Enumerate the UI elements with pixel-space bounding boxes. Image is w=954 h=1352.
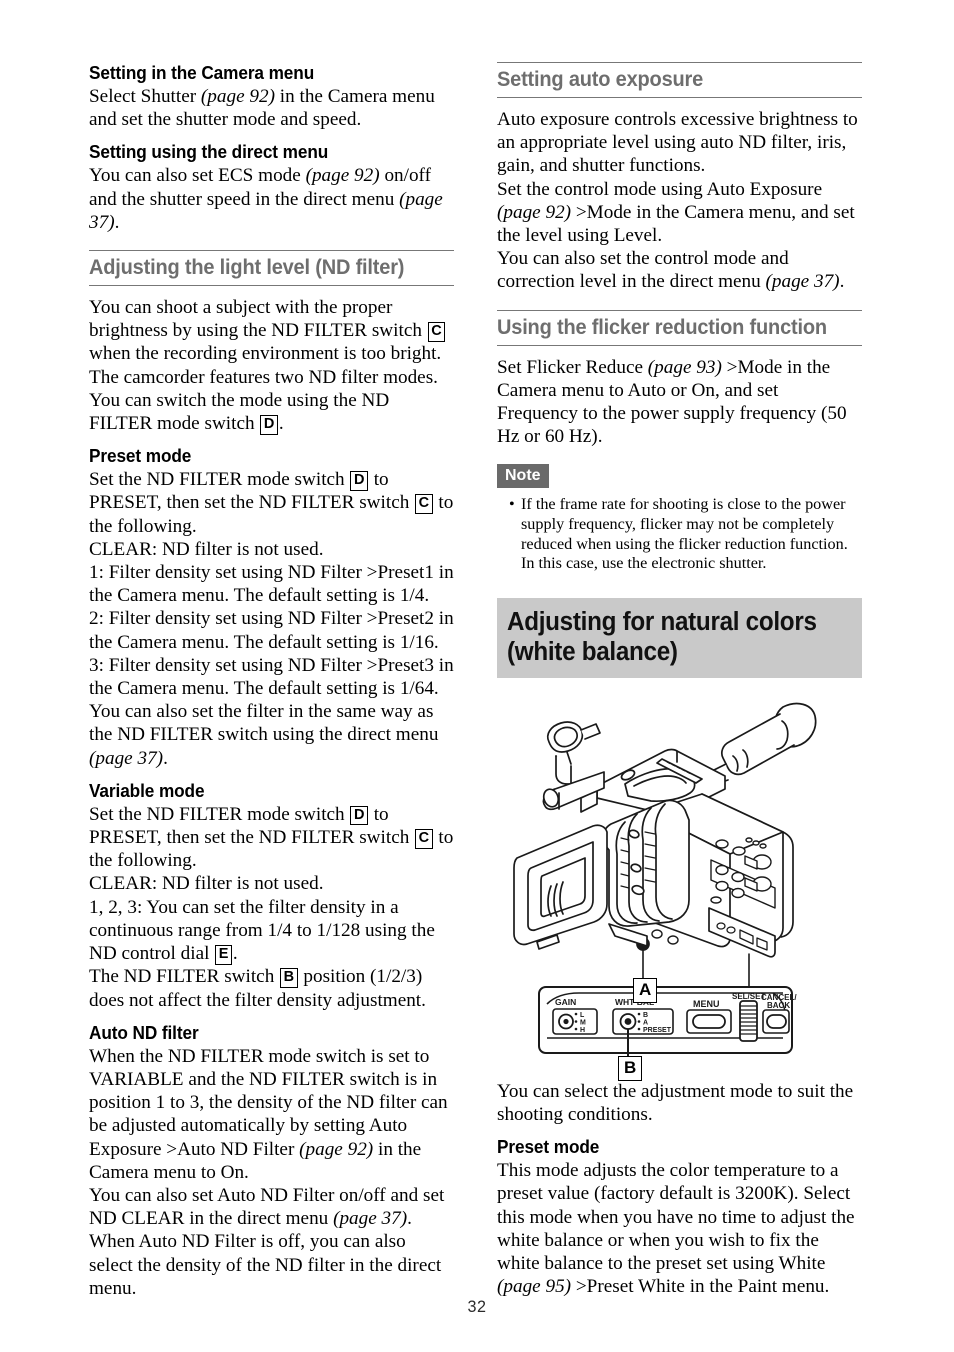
camcorder-figure: GAIN WHT BAL MENU SEL/SET CANCEL/ BACK L… [497,690,862,1081]
paragraph: 3: Filter density set using ND Filter >P… [89,654,454,700]
control-panel-detail: GAIN WHT BAL MENU SEL/SET CANCEL/ BACK L… [538,985,797,1060]
gain-position-m: M [580,1019,586,1026]
note-list: If the frame rate for shooting is close … [497,495,862,573]
paragraph: 2: Filter density set using ND Filter >P… [89,608,454,653]
preset-mode-paragraph: This mode adjusts the color temperature … [497,1160,855,1298]
section-title: Setting auto exposure [497,67,704,91]
paragraph: You can shoot a subject with the proper … [89,296,454,435]
paragraph: When Auto ND Filter is off, you can also… [89,1231,442,1299]
paragraph: CLEAR: ND filter is not used. [89,538,324,560]
section-heading-flicker: Using the flicker reduction function [497,309,862,346]
paragraph: You can also set Auto ND Filter on/off a… [89,1184,445,1230]
paragraph: You can also set the control mode and co… [497,248,845,293]
paragraph: CLEAR: ND filter is not used. [89,873,324,895]
callout-a: A [633,977,658,1003]
switch-key-D: D [350,471,368,491]
chapter-heading: Adjusting for natural colors (white bala… [497,597,862,678]
gain-position-h: H [580,1027,585,1034]
switch-key-D: D [350,805,368,826]
document-page: Setting in the Camera menu Select Shutter… [0,0,954,1352]
callout-b: B [618,1055,643,1081]
auto-exposure-body: Auto exposure controls excessive brightn… [497,108,862,294]
panel-label-cancel-back-2: BACK [767,1001,790,1010]
gain-position-l: L [580,1012,585,1019]
switch-key-C: C [427,322,446,342]
paragraph: Select Shutter (page 92) in the Camera m… [89,86,435,131]
paragraph: Auto exposure controls excessive brightn… [497,109,858,177]
subheading: Auto ND filter [89,1021,199,1043]
wht-bal-position-a: A [643,1019,648,1026]
subheading: Variable mode [89,779,205,801]
note-item: If the frame rate for shooting is close … [509,495,862,573]
paragraph: 1, 2, 3: You can set the filter density … [89,896,435,965]
section-heading-auto-exposure: Setting auto exposure [497,62,862,98]
page-number: 32 [0,1297,954,1317]
panel-label-gain: GAIN [555,997,576,1007]
subheading-preset-mode: Preset mode [497,1136,600,1158]
left-column: Setting in the Camera menu Select Shutter… [89,62,454,1300]
paragraph: When the ND FILTER mode switch is set to… [89,1045,448,1183]
paragraph: Set the ND FILTER mode switch D to PRESE… [89,469,454,537]
wht-bal-position-preset: PRESET [643,1027,672,1034]
chapter-title: Adjusting for natural colors (white bala… [507,607,817,666]
switch-key-B: B [280,968,298,988]
camcorder-illustration: GAIN WHT BAL MENU SEL/SET CANCEL/ BACK L… [513,702,817,1060]
paragraph: You can also set ECS mode (page 92) on/o… [89,165,443,233]
section-title: Adjusting the light level (ND filter) [89,255,405,280]
right-column: Setting auto exposure Auto exposure cont… [497,62,862,1298]
switch-key-E: E [215,945,232,965]
paragraph: Set the control mode using Auto Exposure… [497,178,855,247]
section-heading: Adjusting the light level (ND filter) [89,250,454,287]
panel-label-menu: MENU [693,999,720,1009]
paragraph: The ND FILTER switch B position (1/2/3) … [89,966,426,1011]
subheading: Preset mode [89,445,192,467]
paragraph: 1: Filter density set using ND Filter >P… [89,562,454,607]
flicker-paragraph: Set Flicker Reduce (page 93) >Mode in th… [497,356,847,448]
section-title: Using the flicker reduction function [497,314,827,339]
switch-key-D: D [260,415,278,435]
subheading: Setting using the direct menu [89,141,329,163]
switch-key-C: C [415,494,433,514]
subheading: Setting in the Camera menu [89,62,315,83]
switch-key-C: C [415,829,433,849]
page-number-value: 32 [467,1297,487,1316]
paragraph: Set the ND FILTER mode switch D to PRESE… [89,803,454,872]
note-badge: Note [497,464,549,489]
wht-bal-position-b: B [643,1012,648,1019]
figure-intro-paragraph: You can select the adjustment mode to su… [497,1080,854,1126]
paragraph: You can also set the filter in the same … [89,701,439,769]
